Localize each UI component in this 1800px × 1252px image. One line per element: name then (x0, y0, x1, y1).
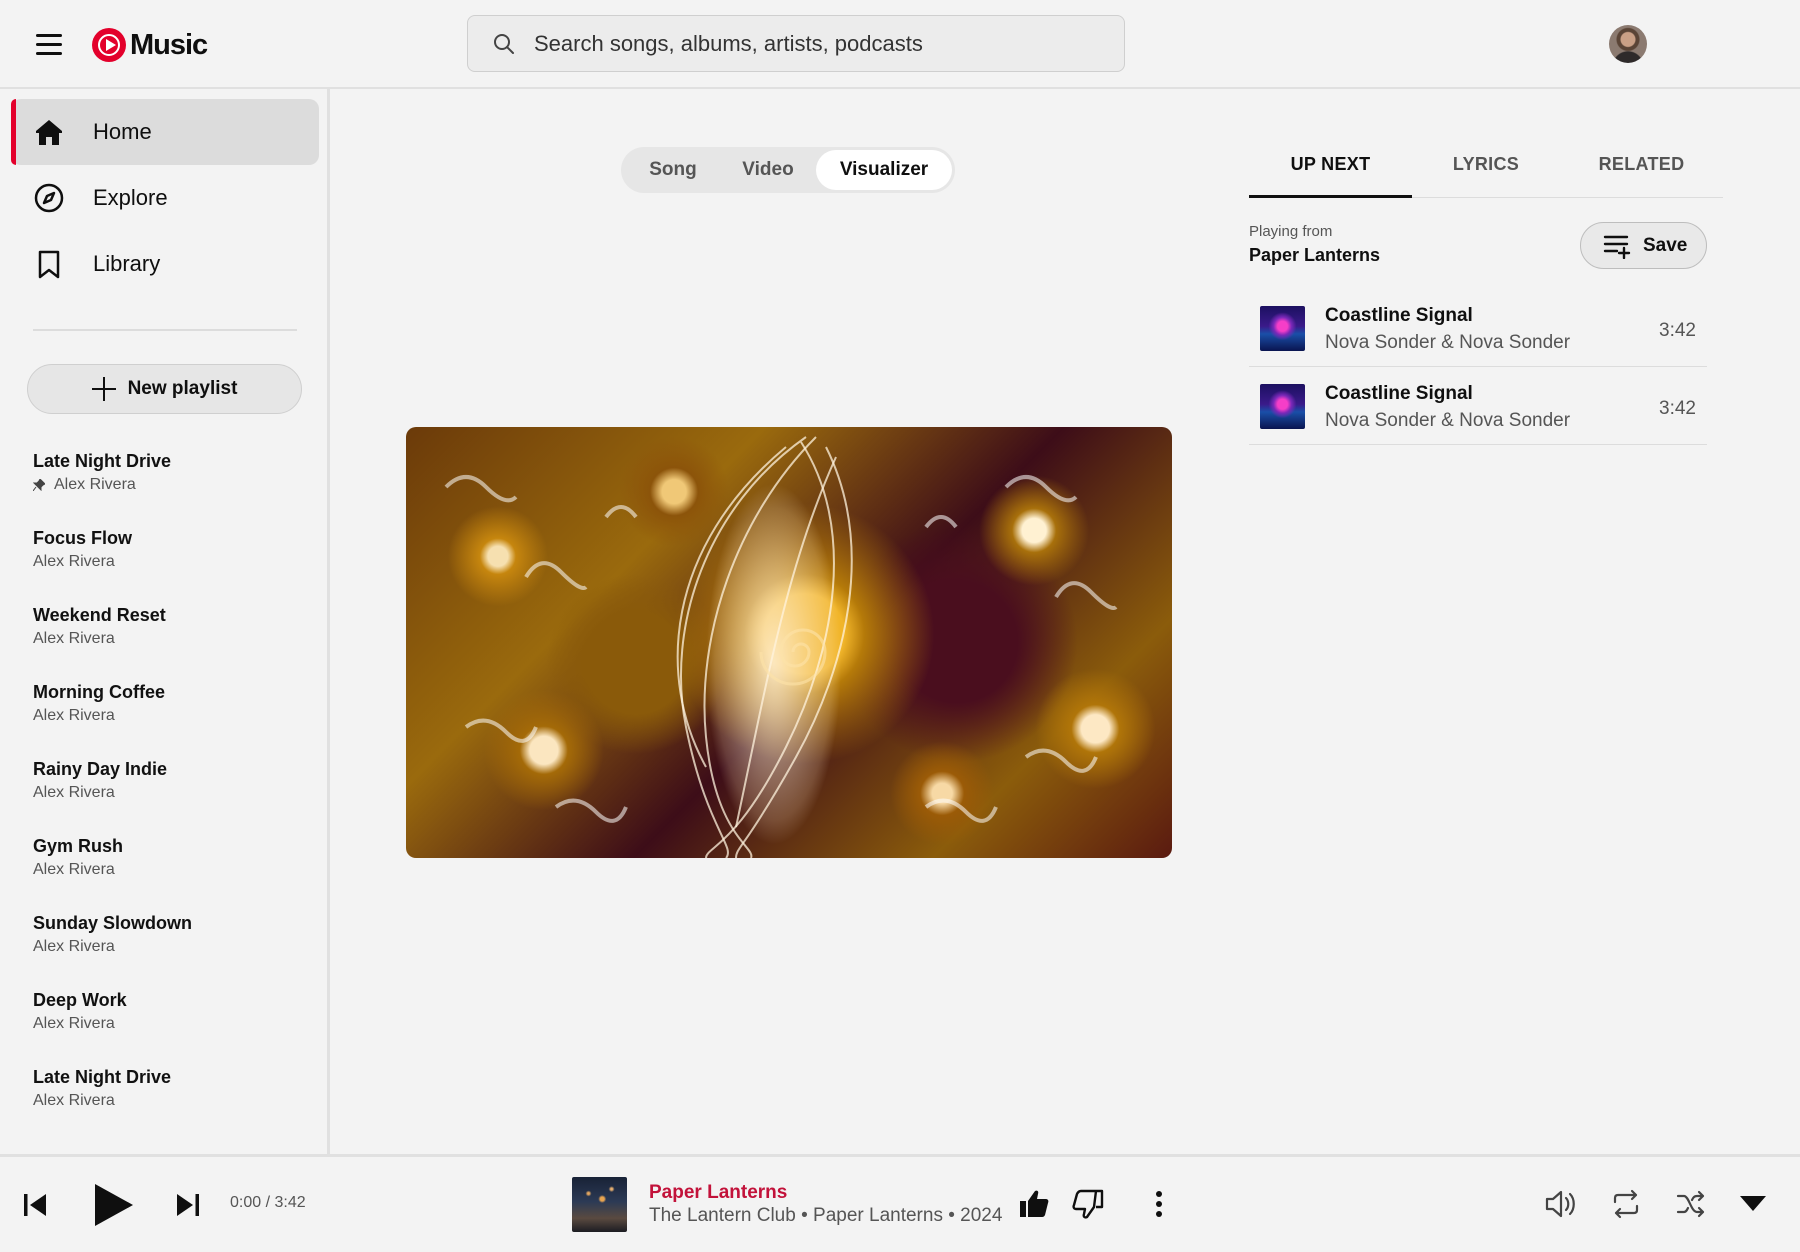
sidebar-item-explore[interactable]: Explore (11, 165, 319, 231)
playlist-item[interactable]: Weekend Reset Alex Rivera (33, 605, 313, 648)
search-icon (494, 33, 514, 54)
track-thumbnail (1260, 306, 1305, 351)
playlist-title: Rainy Day Indie (33, 759, 168, 779)
previous-icon[interactable] (21, 1191, 49, 1219)
compass-icon (34, 183, 64, 213)
volume-icon[interactable] (1544, 1188, 1578, 1220)
playlist-item[interactable]: Sunday Slowdown Alex Rivera (33, 913, 313, 956)
playlist-title: Gym Rush (33, 836, 124, 856)
next-icon[interactable] (174, 1191, 202, 1219)
now-playing-cover[interactable] (572, 1177, 627, 1232)
menu-icon[interactable] (30, 28, 68, 60)
playlist-owner: Alex Rivera (33, 707, 115, 724)
new-playlist-button[interactable]: New playlist (27, 364, 302, 414)
playlist-item[interactable]: Deep Work Alex Rivera (33, 990, 313, 1033)
avatar[interactable] (1609, 25, 1647, 63)
view-toggle: Song Video Visualizer (621, 147, 955, 193)
playlist-owner: Alex Rivera (33, 630, 115, 647)
playlist-owner: Alex Rivera (33, 553, 115, 570)
search-bar[interactable] (467, 15, 1125, 72)
queue-item[interactable]: Coastline Signal Nova Sonder & Nova Sond… (1249, 289, 1707, 367)
toggle-video[interactable]: Video (722, 150, 814, 190)
save-label: Save (1643, 234, 1688, 256)
playlist-item[interactable]: Rainy Day Indie Alex Rivera (33, 759, 313, 802)
playlist-item[interactable]: Focus Flow Alex Rivera (33, 528, 313, 571)
queue-item[interactable]: Coastline Signal Nova Sonder & Nova Sond… (1249, 367, 1707, 445)
playlist-owner: Alex Rivera (54, 476, 136, 493)
play-icon[interactable] (91, 1182, 137, 1228)
track-title: Coastline Signal (1325, 305, 1473, 326)
playlist-add-icon (1603, 235, 1631, 259)
playlist-title: Deep Work (33, 990, 127, 1010)
playback-time: 0:00 / 3:42 (230, 1194, 306, 1211)
logo-play-icon (92, 28, 126, 62)
sidebar-item-label: Home (93, 119, 152, 144)
playlist-title: Sunday Slowdown (33, 913, 193, 933)
app-logo[interactable]: Music (92, 28, 208, 62)
tab-lyrics[interactable]: LYRICS (1412, 140, 1560, 198)
playlist-item[interactable]: Morning Coffee Alex Rivera (33, 682, 313, 725)
repeat-icon[interactable] (1610, 1188, 1642, 1220)
tab-up-next[interactable]: UP NEXT (1249, 140, 1412, 198)
playlist-title: Weekend Reset (33, 605, 166, 625)
playlist-owner: Alex Rivera (33, 1092, 115, 1109)
logo-text: Music (130, 28, 208, 61)
visualizer-canvas[interactable] (406, 427, 1172, 858)
playlist-owner: Alex Rivera (33, 1015, 115, 1032)
track-duration: 3:42 (1659, 398, 1696, 419)
visualizer-swirl (444, 436, 1118, 858)
track-artist: Nova Sonder & Nova Sonder (1325, 332, 1571, 353)
top-bar: Music (0, 0, 1800, 89)
playlist-title: Late Night Drive (33, 1067, 172, 1087)
pin-icon (33, 479, 45, 491)
playing-from-value: Paper Lanterns (1249, 245, 1381, 265)
sidebar: Home Explore Library New playlist Late N… (0, 89, 330, 1154)
playlist-item[interactable]: Late Night Drive Alex Rivera (33, 1067, 313, 1110)
thumbs-down-icon[interactable] (1072, 1188, 1104, 1220)
sidebar-item-label: Library (93, 251, 161, 276)
playlist-item[interactable]: Late Night Drive Alex Rivera (33, 451, 313, 494)
sidebar-item-label: Explore (93, 185, 168, 210)
shuffle-icon[interactable] (1675, 1188, 1707, 1220)
tab-related[interactable]: RELATED (1560, 140, 1723, 198)
sidebar-item-home[interactable]: Home (11, 99, 319, 165)
playlist-owner: Alex Rivera (33, 938, 115, 955)
track-duration: 3:42 (1659, 320, 1696, 341)
thumbs-up-icon[interactable] (1018, 1188, 1050, 1220)
toggle-song[interactable]: Song (624, 150, 722, 190)
playlist-title: Morning Coffee (33, 682, 165, 702)
search-input[interactable] (534, 30, 1094, 57)
home-icon (36, 120, 62, 145)
sidebar-item-library[interactable]: Library (11, 231, 319, 297)
playlist-owner: Alex Rivera (33, 784, 115, 801)
track-title: Coastline Signal (1325, 383, 1473, 404)
track-artist: Nova Sonder & Nova Sonder (1325, 410, 1571, 431)
more-options-icon[interactable] (1148, 1188, 1170, 1220)
playlist-item[interactable]: Gym Rush Alex Rivera (33, 836, 313, 879)
panel-tabs: UP NEXT LYRICS RELATED (1249, 140, 1723, 198)
sidebar-divider (33, 329, 297, 331)
bookmark-icon (38, 250, 60, 279)
expand-player-icon[interactable] (1738, 1192, 1768, 1214)
player-bar: 0:00 / 3:42 Paper Lanterns The Lantern C… (0, 1154, 1800, 1252)
playing-from-label: Playing from (1249, 223, 1333, 240)
track-thumbnail (1260, 384, 1305, 429)
playlist-title: Focus Flow (33, 528, 132, 548)
playlist-title: Late Night Drive (33, 451, 172, 471)
plus-icon (91, 377, 116, 401)
now-playing-title[interactable]: Paper Lanterns (649, 1182, 787, 1204)
save-queue-button[interactable]: Save (1580, 222, 1707, 269)
now-playing-subtitle[interactable]: The Lantern Club • Paper Lanterns • 2024 (649, 1205, 1002, 1227)
playlist-owner: Alex Rivera (33, 861, 115, 878)
toggle-visualizer[interactable]: Visualizer (816, 150, 952, 190)
